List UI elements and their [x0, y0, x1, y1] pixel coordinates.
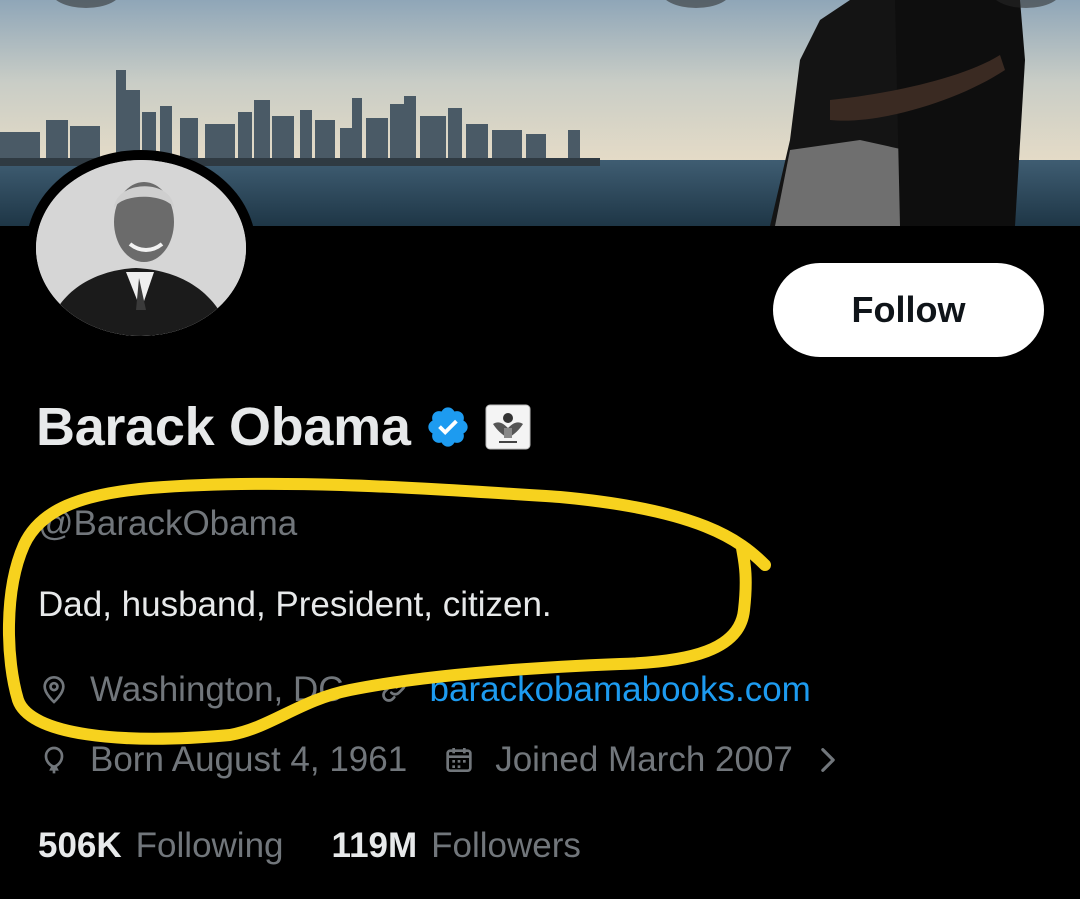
following-label: Following — [135, 826, 284, 865]
location-item: Washington, DC — [38, 670, 344, 710]
profile-meta-row-2: Born August 4, 1961 Joined March 2007 — [38, 740, 841, 780]
location-text: Washington, DC — [90, 670, 344, 709]
balloon-icon — [44, 746, 64, 774]
location-pin-icon — [43, 676, 65, 704]
website-link[interactable]: barackobamabooks.com — [430, 670, 811, 710]
followers-stat[interactable]: 119M Followers — [332, 826, 581, 866]
chevron-right-icon[interactable] — [815, 744, 841, 776]
website-item[interactable]: barackobamabooks.com — [378, 670, 811, 710]
followers-count: 119M — [331, 826, 418, 865]
presidential-seal-icon[interactable] — [485, 404, 531, 450]
profile-bio: Dad, husband, President, citizen. — [38, 585, 552, 624]
profile-meta-row: Washington, DC barackobamabooks.com — [38, 670, 811, 710]
following-count: 506K — [38, 826, 122, 865]
profile-avatar[interactable] — [26, 150, 256, 346]
calendar-icon — [446, 748, 472, 772]
joined-text: Joined March 2007 — [495, 740, 793, 779]
profile-handle: @BarackObama — [38, 504, 298, 543]
display-name: Barack Obama — [36, 397, 411, 457]
follow-button[interactable]: Follow — [773, 263, 1044, 357]
followers-label: Followers — [431, 826, 581, 865]
following-stat[interactable]: 506K Following — [38, 826, 284, 866]
birthday-item: Born August 4, 1961 — [38, 740, 407, 780]
profile-name-row: Barack Obama — [36, 396, 531, 458]
link-icon — [381, 678, 406, 702]
profile-stats: 506K Following 119M Followers — [38, 826, 629, 866]
birthday-text: Born August 4, 1961 — [90, 740, 408, 779]
verified-badge-icon[interactable] — [425, 404, 471, 450]
joined-item[interactable]: Joined March 2007 — [443, 740, 841, 780]
